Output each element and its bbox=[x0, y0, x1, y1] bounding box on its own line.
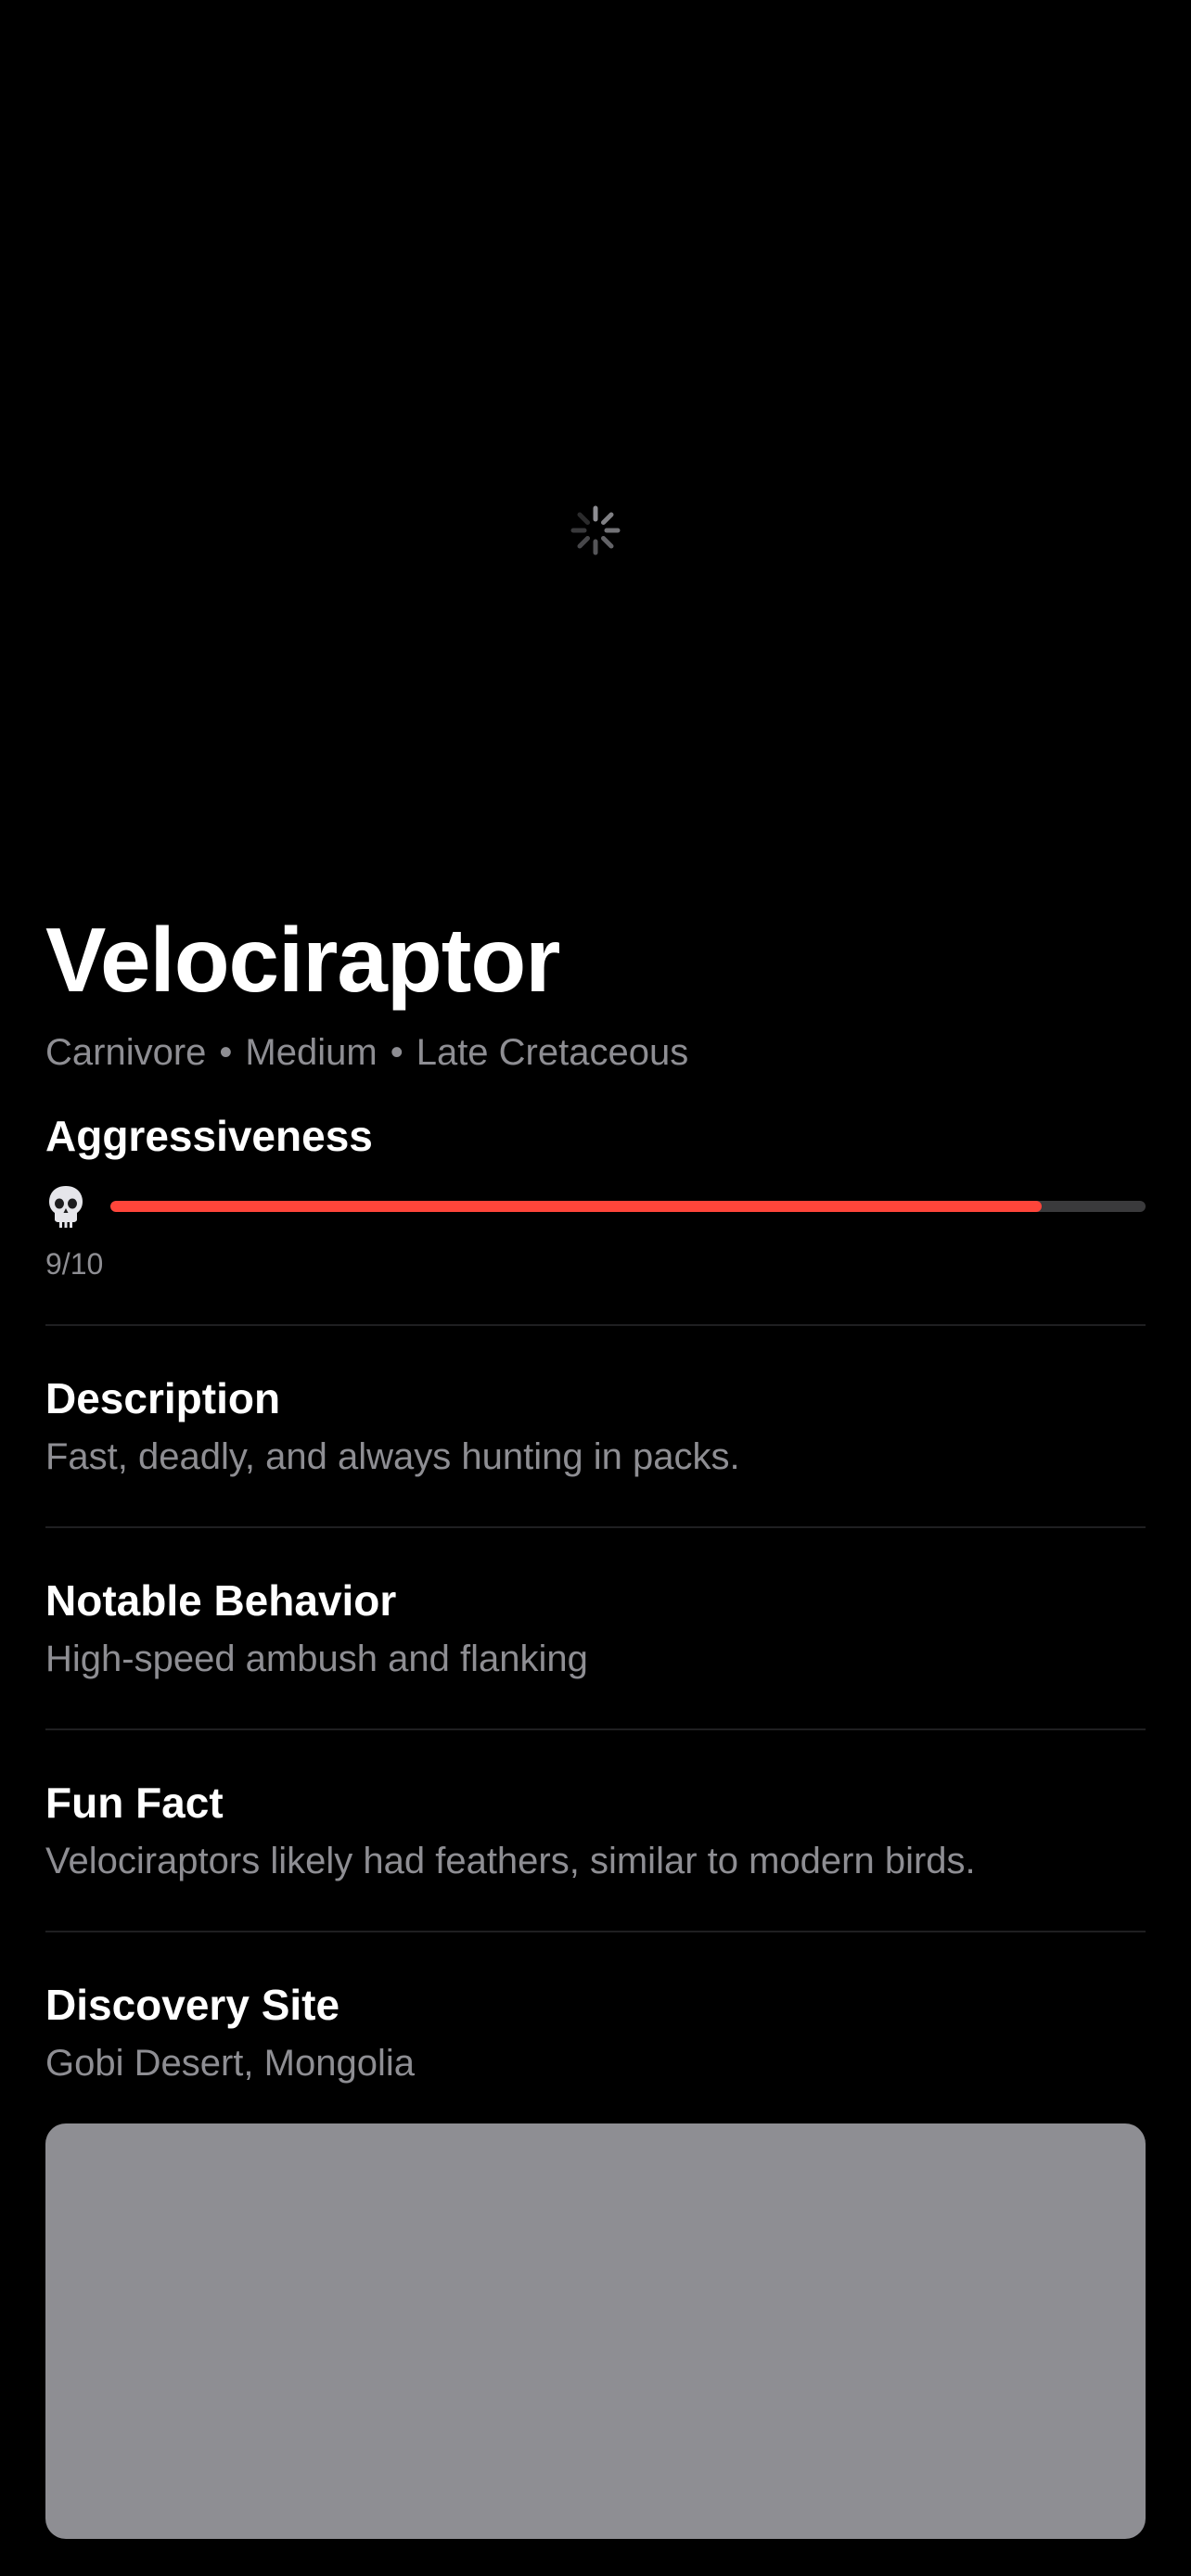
dino-detail-content: Velociraptor Carnivore • Medium • Late Creta… bbox=[45, 904, 1146, 2539]
hero-image-area bbox=[0, 0, 1191, 881]
dino-diet: Carnivore bbox=[45, 1032, 207, 1073]
behavior-section: Notable Behavior High-speed ambush and f… bbox=[45, 1528, 1146, 1684]
aggressiveness-value: 9/10 bbox=[45, 1247, 104, 1281]
aggressiveness-meter bbox=[45, 1180, 1146, 1232]
aggressiveness-label: Aggressiveness bbox=[45, 1112, 373, 1160]
aggressiveness-fill bbox=[110, 1201, 1043, 1212]
dino-subtitle: Carnivore • Medium • Late Cretaceous bbox=[45, 1027, 1146, 1078]
discovery-map[interactable] bbox=[45, 2123, 1146, 2539]
skull-icon bbox=[49, 1186, 83, 1228]
separator-dot: • bbox=[390, 1032, 403, 1073]
dino-period: Late Cretaceous bbox=[416, 1032, 689, 1073]
activity-spinner-icon bbox=[570, 505, 621, 555]
discovery-section: Discovery Site Gobi Desert, Mongolia bbox=[45, 1932, 1146, 2088]
dino-name: Velociraptor bbox=[45, 909, 560, 1011]
description-text: Fast, deadly, and always hunting in pack… bbox=[45, 1436, 740, 1477]
fun-fact-text: Velociraptors likely had feathers, simil… bbox=[45, 1841, 976, 1881]
separator-dot: • bbox=[219, 1032, 233, 1073]
behavior-text: High-speed ambush and flanking bbox=[45, 1639, 588, 1679]
fun-fact-title: Fun Fact bbox=[45, 1779, 224, 1827]
fun-fact-section: Fun Fact Velociraptors likely had feathe… bbox=[45, 1730, 1146, 1886]
discovery-text: Gobi Desert, Mongolia bbox=[45, 2043, 415, 2084]
description-section: Description Fast, deadly, and always hun… bbox=[45, 1326, 1146, 1482]
description-title: Description bbox=[45, 1374, 281, 1422]
discovery-title: Discovery Site bbox=[45, 1981, 340, 2029]
aggressiveness-track bbox=[110, 1201, 1146, 1212]
behavior-title: Notable Behavior bbox=[45, 1576, 397, 1625]
dino-size: Medium bbox=[245, 1032, 378, 1073]
